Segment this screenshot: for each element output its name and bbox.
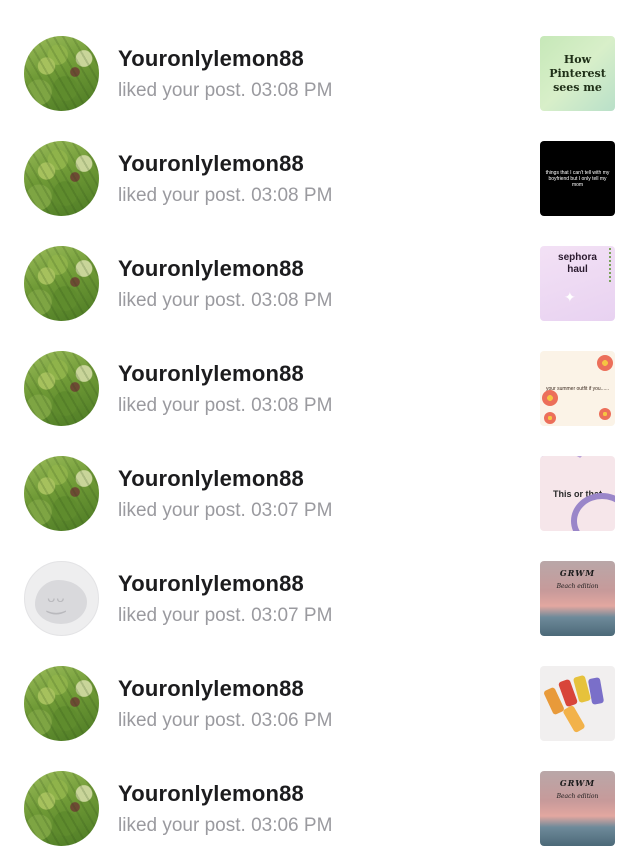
notification-row[interactable]: Youronlylemon88 liked your post. 03:07 P… xyxy=(0,420,640,531)
username[interactable]: Youronlylemon88 xyxy=(118,256,304,282)
thumbnail-text: Pinterest xyxy=(549,66,606,80)
bottle-image xyxy=(587,677,605,705)
thumbnail-text: Beach edition xyxy=(556,583,599,590)
thumbnail-text: Beach edition xyxy=(556,793,599,800)
flower-icon xyxy=(597,355,613,371)
notification-text: liked your post. 03:08 PM xyxy=(118,395,333,416)
username[interactable]: Youronlylemon88 xyxy=(118,151,304,177)
notification-text: liked your post. 03:08 PM xyxy=(118,80,333,101)
notification-text: liked your post. 03:08 PM xyxy=(118,290,333,311)
post-thumbnail[interactable] xyxy=(540,666,615,741)
notification-row[interactable]: Youronlylemon88 liked your post. 03:06 P… xyxy=(0,735,640,846)
post-thumbnail[interactable]: This or that xyxy=(540,456,615,531)
notification-row[interactable]: Youronlylemon88 liked your post. 03:06 P… xyxy=(0,630,640,741)
vine-decoration xyxy=(599,248,611,282)
thumbnail-text: sephora xyxy=(558,252,597,263)
user-avatar[interactable] xyxy=(24,36,99,111)
user-avatar[interactable] xyxy=(24,246,99,321)
post-thumbnail[interactable]: GRWM Beach edition xyxy=(540,561,615,636)
thumbnail-text: haul xyxy=(567,264,588,275)
bottle-image xyxy=(562,704,586,734)
notification-text: liked your post. 03:07 PM xyxy=(118,605,333,626)
flower-icon xyxy=(542,390,558,406)
thumbnail-text: sees me xyxy=(553,80,602,94)
notification-row[interactable]: Youronlylemon88 liked your post. 03:08 P… xyxy=(0,0,640,111)
thumbnail-text: How xyxy=(563,52,592,66)
thumbnail-text: your summer outfit if you...... xyxy=(545,385,610,392)
sparkle-icon: ✦ xyxy=(564,289,576,305)
user-avatar[interactable] xyxy=(24,351,99,426)
notification-row[interactable]: Youronlylemon88 liked your post. 03:08 P… xyxy=(0,105,640,216)
notification-row[interactable]: Youronlylemon88 liked your post. 03:08 P… xyxy=(0,210,640,321)
post-thumbnail[interactable]: ✦ sephora haul xyxy=(540,246,615,321)
thumbnail-text: GRWM xyxy=(559,778,596,788)
username[interactable]: Youronlylemon88 xyxy=(118,781,304,807)
notification-row[interactable]: Youronlylemon88 liked your post. 03:08 P… xyxy=(0,315,640,426)
username[interactable]: Youronlylemon88 xyxy=(118,46,304,72)
post-thumbnail[interactable]: your summer outfit if you...... xyxy=(540,351,615,426)
notification-text: liked your post. 03:08 PM xyxy=(118,185,333,206)
notification-row[interactable]: ᵕ͜ᵕ Youronlylemon88 liked your post. 03:… xyxy=(0,525,640,636)
thumbnail-text: things that I can't tell with my boyfrie… xyxy=(545,169,610,188)
default-avatar[interactable]: ᵕ͜ᵕ xyxy=(24,561,99,636)
post-thumbnail[interactable]: things that I can't tell with my boyfrie… xyxy=(540,141,615,216)
username[interactable]: Youronlylemon88 xyxy=(118,676,304,702)
user-avatar[interactable] xyxy=(24,666,99,741)
notification-text: liked your post. 03:07 PM xyxy=(118,500,333,521)
username[interactable]: Youronlylemon88 xyxy=(118,361,304,387)
notification-text: liked your post. 03:06 PM xyxy=(118,815,333,836)
user-avatar[interactable] xyxy=(24,771,99,846)
user-avatar[interactable] xyxy=(24,456,99,531)
smiley-icon: ᵕ͜ᵕ xyxy=(47,590,66,615)
post-thumbnail[interactable]: How Pinterest sees me xyxy=(540,36,615,111)
wave-decoration xyxy=(540,456,590,482)
flower-icon xyxy=(599,408,611,420)
thumbnail-text: GRWM xyxy=(559,568,596,578)
username[interactable]: Youronlylemon88 xyxy=(118,571,304,597)
notification-text: liked your post. 03:06 PM xyxy=(118,710,333,731)
post-thumbnail[interactable]: GRWM Beach edition xyxy=(540,771,615,846)
notification-list: Youronlylemon88 liked your post. 03:08 P… xyxy=(0,0,640,846)
user-avatar[interactable] xyxy=(24,141,99,216)
username[interactable]: Youronlylemon88 xyxy=(118,466,304,492)
